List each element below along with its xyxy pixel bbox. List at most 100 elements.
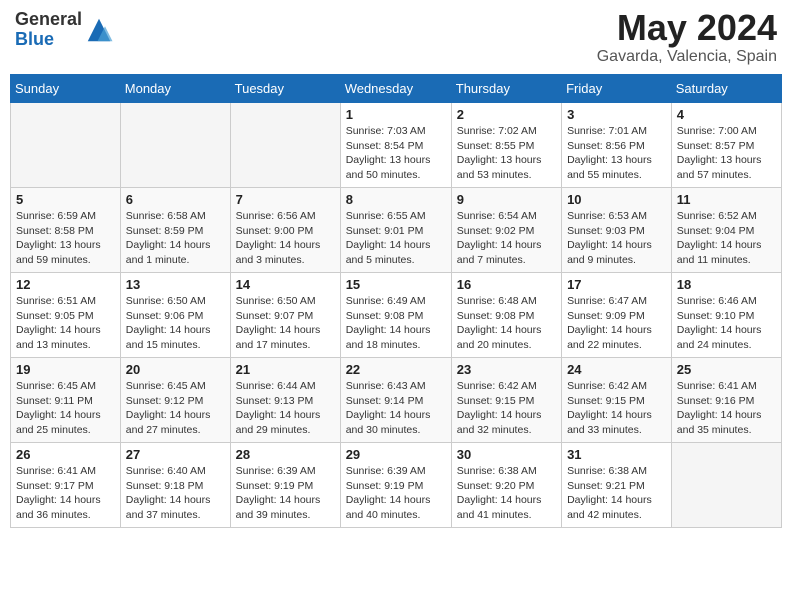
logo-icon <box>84 15 114 45</box>
calendar-cell: 19 Sunrise: 6:45 AM Sunset: 9:11 PM Dayli… <box>11 358 121 443</box>
calendar-cell: 23 Sunrise: 6:42 AM Sunset: 9:15 PM Dayli… <box>451 358 561 443</box>
month-year-title: May 2024 <box>597 10 777 46</box>
calendar-cell: 12Sunrise: 6:51 AM Sunset: 9:05 PM Dayli… <box>11 273 121 358</box>
calendar-header-row: SundayMondayTuesdayWednesdayThursdayFrid… <box>11 75 782 103</box>
day-info: Sunrise: 6:45 AM Sunset: 9:11 PM Dayligh… <box>16 379 115 438</box>
calendar-cell <box>671 443 781 528</box>
day-number: 31 <box>567 447 666 462</box>
day-number: 22 <box>346 362 446 377</box>
day-info: Sunrise: 6:40 AM Sunset: 9:18 PM Dayligh… <box>126 464 225 523</box>
day-number: 18 <box>677 277 776 292</box>
day-info: Sunrise: 6:47 AM Sunset: 9:09 PM Dayligh… <box>567 294 666 353</box>
day-info: Sunrise: 6:45 AM Sunset: 9:12 PM Dayligh… <box>126 379 225 438</box>
day-number: 28 <box>236 447 335 462</box>
calendar-cell: 21 Sunrise: 6:44 AM Sunset: 9:13 PM Dayli… <box>230 358 340 443</box>
calendar-cell: 13 Sunrise: 6:50 AM Sunset: 9:06 PM Dayli… <box>120 273 230 358</box>
day-number: 21 <box>236 362 335 377</box>
calendar-week-row: 5 Sunrise: 6:59 AM Sunset: 8:58 PM Daylig… <box>11 188 782 273</box>
day-info: Sunrise: 6:38 AM Sunset: 9:20 PM Dayligh… <box>457 464 556 523</box>
day-number: 12 <box>16 277 115 292</box>
day-info: Sunrise: 6:42 AM Sunset: 9:15 PM Dayligh… <box>457 379 556 438</box>
day-number: 24 <box>567 362 666 377</box>
calendar-cell: 4 Sunrise: 7:00 AM Sunset: 8:57 PM Daylig… <box>671 103 781 188</box>
day-info: Sunrise: 6:49 AM Sunset: 9:08 PM Dayligh… <box>346 294 446 353</box>
calendar-day-header: Wednesday <box>340 75 451 103</box>
calendar-cell: 1 Sunrise: 7:03 AM Sunset: 8:54 PM Daylig… <box>340 103 451 188</box>
logo-blue-text: Blue <box>15 30 82 50</box>
day-number: 19 <box>16 362 115 377</box>
day-number: 6 <box>126 192 225 207</box>
day-info: Sunrise: 6:55 AM Sunset: 9:01 PM Dayligh… <box>346 209 446 268</box>
calendar-day-header: Friday <box>562 75 672 103</box>
day-info: Sunrise: 6:38 AM Sunset: 9:21 PM Dayligh… <box>567 464 666 523</box>
calendar-cell: 5 Sunrise: 6:59 AM Sunset: 8:58 PM Daylig… <box>11 188 121 273</box>
day-number: 7 <box>236 192 335 207</box>
calendar-cell: 22 Sunrise: 6:43 AM Sunset: 9:14 PM Dayli… <box>340 358 451 443</box>
day-number: 11 <box>677 192 776 207</box>
logo: General Blue <box>15 10 114 50</box>
calendar-cell: 25 Sunrise: 6:41 AM Sunset: 9:16 PM Dayli… <box>671 358 781 443</box>
day-info: Sunrise: 7:03 AM Sunset: 8:54 PM Dayligh… <box>346 124 446 183</box>
day-info: Sunrise: 6:53 AM Sunset: 9:03 PM Dayligh… <box>567 209 666 268</box>
day-info: Sunrise: 6:46 AM Sunset: 9:10 PM Dayligh… <box>677 294 776 353</box>
day-number: 26 <box>16 447 115 462</box>
calendar-cell: 7Sunrise: 6:56 AM Sunset: 9:00 PM Daylig… <box>230 188 340 273</box>
day-info: Sunrise: 6:59 AM Sunset: 8:58 PM Dayligh… <box>16 209 115 268</box>
day-info: Sunrise: 7:00 AM Sunset: 8:57 PM Dayligh… <box>677 124 776 183</box>
calendar-day-header: Saturday <box>671 75 781 103</box>
calendar-cell: 9Sunrise: 6:54 AM Sunset: 9:02 PM Daylig… <box>451 188 561 273</box>
day-info: Sunrise: 6:41 AM Sunset: 9:16 PM Dayligh… <box>677 379 776 438</box>
calendar-cell: 14 Sunrise: 6:50 AM Sunset: 9:07 PM Dayli… <box>230 273 340 358</box>
day-info: Sunrise: 6:50 AM Sunset: 9:06 PM Dayligh… <box>126 294 225 353</box>
day-number: 25 <box>677 362 776 377</box>
day-number: 27 <box>126 447 225 462</box>
calendar-cell: 2Sunrise: 7:02 AM Sunset: 8:55 PM Daylig… <box>451 103 561 188</box>
day-number: 15 <box>346 277 446 292</box>
calendar-cell: 18 Sunrise: 6:46 AM Sunset: 9:10 PM Dayli… <box>671 273 781 358</box>
calendar-cell: 16 Sunrise: 6:48 AM Sunset: 9:08 PM Dayli… <box>451 273 561 358</box>
day-number: 30 <box>457 447 556 462</box>
day-info: Sunrise: 6:43 AM Sunset: 9:14 PM Dayligh… <box>346 379 446 438</box>
day-number: 3 <box>567 107 666 122</box>
calendar-cell: 29Sunrise: 6:39 AM Sunset: 9:19 PM Dayli… <box>340 443 451 528</box>
day-number: 10 <box>567 192 666 207</box>
day-number: 5 <box>16 192 115 207</box>
day-info: Sunrise: 6:39 AM Sunset: 9:19 PM Dayligh… <box>346 464 446 523</box>
calendar-cell: 17Sunrise: 6:47 AM Sunset: 9:09 PM Dayli… <box>562 273 672 358</box>
calendar-day-header: Tuesday <box>230 75 340 103</box>
title-block: May 2024 Gavarda, Valencia, Spain <box>597 10 777 66</box>
calendar-cell: 10 Sunrise: 6:53 AM Sunset: 9:03 PM Dayli… <box>562 188 672 273</box>
day-number: 20 <box>126 362 225 377</box>
day-number: 14 <box>236 277 335 292</box>
calendar-cell: 27 Sunrise: 6:40 AM Sunset: 9:18 PM Dayli… <box>120 443 230 528</box>
day-number: 23 <box>457 362 556 377</box>
day-info: Sunrise: 6:44 AM Sunset: 9:13 PM Dayligh… <box>236 379 335 438</box>
day-info: Sunrise: 6:41 AM Sunset: 9:17 PM Dayligh… <box>16 464 115 523</box>
calendar-cell <box>120 103 230 188</box>
day-info: Sunrise: 6:50 AM Sunset: 9:07 PM Dayligh… <box>236 294 335 353</box>
day-number: 4 <box>677 107 776 122</box>
day-info: Sunrise: 6:42 AM Sunset: 9:15 PM Dayligh… <box>567 379 666 438</box>
calendar-table: SundayMondayTuesdayWednesdayThursdayFrid… <box>10 74 782 528</box>
calendar-cell <box>230 103 340 188</box>
calendar-day-header: Thursday <box>451 75 561 103</box>
calendar-day-header: Sunday <box>11 75 121 103</box>
day-info: Sunrise: 6:54 AM Sunset: 9:02 PM Dayligh… <box>457 209 556 268</box>
day-number: 16 <box>457 277 556 292</box>
calendar-cell: 31 Sunrise: 6:38 AM Sunset: 9:21 PM Dayli… <box>562 443 672 528</box>
day-info: Sunrise: 7:02 AM Sunset: 8:55 PM Dayligh… <box>457 124 556 183</box>
calendar-day-header: Monday <box>120 75 230 103</box>
calendar-cell: 24 Sunrise: 6:42 AM Sunset: 9:15 PM Dayli… <box>562 358 672 443</box>
day-info: Sunrise: 6:48 AM Sunset: 9:08 PM Dayligh… <box>457 294 556 353</box>
calendar-cell: 11 Sunrise: 6:52 AM Sunset: 9:04 PM Dayli… <box>671 188 781 273</box>
calendar-cell: 8Sunrise: 6:55 AM Sunset: 9:01 PM Daylig… <box>340 188 451 273</box>
calendar-cell <box>11 103 121 188</box>
calendar-week-row: 19 Sunrise: 6:45 AM Sunset: 9:11 PM Dayli… <box>11 358 782 443</box>
day-number: 1 <box>346 107 446 122</box>
calendar-cell: 30 Sunrise: 6:38 AM Sunset: 9:20 PM Dayli… <box>451 443 561 528</box>
day-info: Sunrise: 6:39 AM Sunset: 9:19 PM Dayligh… <box>236 464 335 523</box>
day-number: 13 <box>126 277 225 292</box>
day-info: Sunrise: 6:52 AM Sunset: 9:04 PM Dayligh… <box>677 209 776 268</box>
calendar-week-row: 12Sunrise: 6:51 AM Sunset: 9:05 PM Dayli… <box>11 273 782 358</box>
calendar-week-row: 26 Sunrise: 6:41 AM Sunset: 9:17 PM Dayli… <box>11 443 782 528</box>
